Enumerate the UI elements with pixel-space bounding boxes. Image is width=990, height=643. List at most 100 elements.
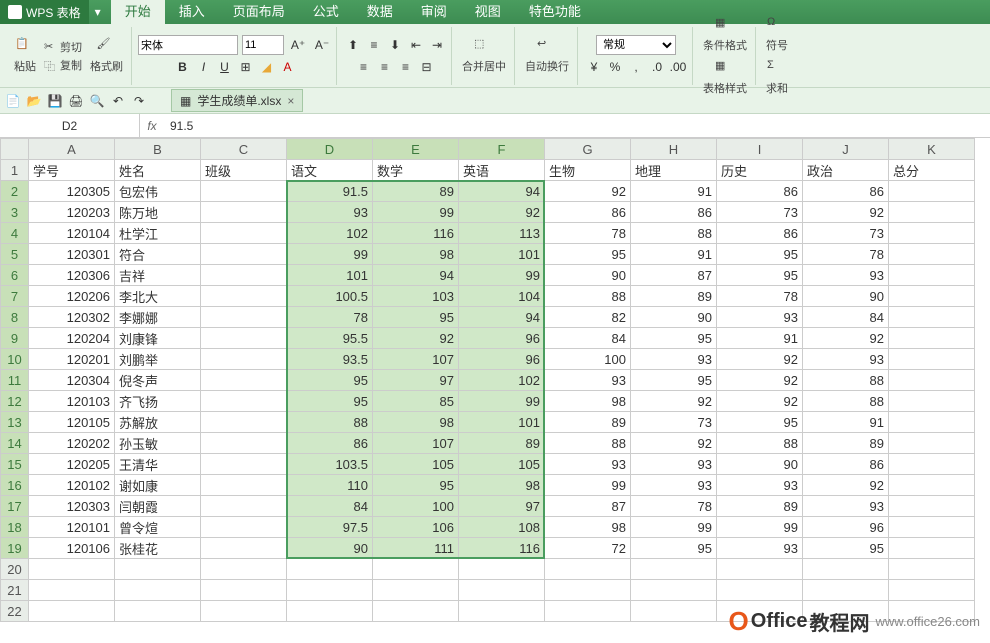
cell-B7[interactable]: 李北大 bbox=[115, 286, 201, 307]
cell-F14[interactable]: 89 bbox=[459, 433, 545, 454]
name-box[interactable]: D2 bbox=[0, 114, 140, 137]
cell-B15[interactable]: 王清华 bbox=[115, 454, 201, 475]
font-size-combo[interactable] bbox=[242, 35, 284, 55]
paste-button[interactable]: 📋 粘贴 bbox=[10, 35, 40, 76]
align-center-button[interactable]: ≡ bbox=[375, 57, 395, 77]
bold-button[interactable]: B bbox=[173, 57, 193, 77]
cell-D3[interactable]: 93 bbox=[287, 202, 373, 223]
decrease-font-button[interactable]: A⁻ bbox=[312, 35, 332, 55]
cell-E8[interactable]: 95 bbox=[373, 307, 459, 328]
cell-G6[interactable]: 90 bbox=[545, 265, 631, 286]
cell-I7[interactable]: 78 bbox=[717, 286, 803, 307]
cell-F5[interactable]: 101 bbox=[459, 244, 545, 265]
number-format-combo[interactable]: 常规 bbox=[596, 35, 676, 55]
cell-A20[interactable] bbox=[29, 559, 115, 580]
row-header-5[interactable]: 5 bbox=[1, 244, 29, 265]
cell-J4[interactable]: 73 bbox=[803, 223, 889, 244]
cell-E2[interactable]: 89 bbox=[373, 181, 459, 202]
cell-H13[interactable]: 73 bbox=[631, 412, 717, 433]
table-style-button[interactable]: ▦ 表格样式 bbox=[699, 57, 751, 98]
inc-decimal-button[interactable]: .0 bbox=[647, 57, 667, 77]
cell-G12[interactable]: 98 bbox=[545, 391, 631, 412]
cell-D2[interactable]: 91.5 bbox=[287, 181, 373, 202]
cell-E21[interactable] bbox=[373, 580, 459, 601]
cell-A11[interactable]: 120304 bbox=[29, 370, 115, 391]
cell-A22[interactable] bbox=[29, 601, 115, 622]
cell-D8[interactable]: 78 bbox=[287, 307, 373, 328]
cell-C20[interactable] bbox=[201, 559, 287, 580]
cell-E13[interactable]: 98 bbox=[373, 412, 459, 433]
cell-H9[interactable]: 95 bbox=[631, 328, 717, 349]
cell-A8[interactable]: 120302 bbox=[29, 307, 115, 328]
cell-J9[interactable]: 92 bbox=[803, 328, 889, 349]
cell-G20[interactable] bbox=[545, 559, 631, 580]
cell-E11[interactable]: 97 bbox=[373, 370, 459, 391]
cell-A9[interactable]: 120204 bbox=[29, 328, 115, 349]
cell-F17[interactable]: 97 bbox=[459, 496, 545, 517]
cell-J16[interactable]: 92 bbox=[803, 475, 889, 496]
cell-B14[interactable]: 孙玉敏 bbox=[115, 433, 201, 454]
cell-G17[interactable]: 87 bbox=[545, 496, 631, 517]
cell-D21[interactable] bbox=[287, 580, 373, 601]
cell-D1[interactable]: 语文 bbox=[287, 160, 373, 181]
cell-B2[interactable]: 包宏伟 bbox=[115, 181, 201, 202]
cell-D20[interactable] bbox=[287, 559, 373, 580]
increase-font-button[interactable]: A⁺ bbox=[288, 35, 308, 55]
cell-A14[interactable]: 120202 bbox=[29, 433, 115, 454]
cell-K9[interactable] bbox=[889, 328, 975, 349]
cell-C8[interactable] bbox=[201, 307, 287, 328]
cell-G11[interactable]: 93 bbox=[545, 370, 631, 391]
cell-K3[interactable] bbox=[889, 202, 975, 223]
undo-button[interactable]: ↶ bbox=[109, 92, 127, 110]
cell-I8[interactable]: 93 bbox=[717, 307, 803, 328]
col-header-K[interactable]: K bbox=[889, 139, 975, 160]
cell-I9[interactable]: 91 bbox=[717, 328, 803, 349]
col-header-H[interactable]: H bbox=[631, 139, 717, 160]
cell-H5[interactable]: 91 bbox=[631, 244, 717, 265]
cell-F2[interactable]: 94 bbox=[459, 181, 545, 202]
col-header-F[interactable]: F bbox=[459, 139, 545, 160]
cell-K2[interactable] bbox=[889, 181, 975, 202]
cell-E12[interactable]: 85 bbox=[373, 391, 459, 412]
cell-C1[interactable]: 班级 bbox=[201, 160, 287, 181]
cell-H2[interactable]: 91 bbox=[631, 181, 717, 202]
cell-A17[interactable]: 120303 bbox=[29, 496, 115, 517]
tab-formula[interactable]: 公式 bbox=[299, 0, 353, 24]
cell-F7[interactable]: 104 bbox=[459, 286, 545, 307]
cell-J13[interactable]: 91 bbox=[803, 412, 889, 433]
cell-B11[interactable]: 倪冬声 bbox=[115, 370, 201, 391]
cell-B20[interactable] bbox=[115, 559, 201, 580]
row-header-6[interactable]: 6 bbox=[1, 265, 29, 286]
cell-G7[interactable]: 88 bbox=[545, 286, 631, 307]
cell-I6[interactable]: 95 bbox=[717, 265, 803, 286]
cell-I11[interactable]: 92 bbox=[717, 370, 803, 391]
row-header-14[interactable]: 14 bbox=[1, 433, 29, 454]
wrap-text-button[interactable]: ↩ 自动换行 bbox=[521, 35, 573, 76]
cell-G13[interactable]: 89 bbox=[545, 412, 631, 433]
cell-C11[interactable] bbox=[201, 370, 287, 391]
cell-I20[interactable] bbox=[717, 559, 803, 580]
cell-K20[interactable] bbox=[889, 559, 975, 580]
align-bottom-button[interactable]: ⬇ bbox=[385, 35, 405, 55]
cell-J11[interactable]: 88 bbox=[803, 370, 889, 391]
open-button[interactable]: 📂 bbox=[25, 92, 43, 110]
cell-K4[interactable] bbox=[889, 223, 975, 244]
merge-center-button[interactable]: ⬚ 合并居中 bbox=[458, 35, 510, 76]
cell-K21[interactable] bbox=[889, 580, 975, 601]
cell-D17[interactable]: 84 bbox=[287, 496, 373, 517]
cell-E10[interactable]: 107 bbox=[373, 349, 459, 370]
cell-F22[interactable] bbox=[459, 601, 545, 622]
cell-G22[interactable] bbox=[545, 601, 631, 622]
file-tab[interactable]: ▦ 学生成绩单.xlsx × bbox=[171, 89, 303, 112]
cell-C14[interactable] bbox=[201, 433, 287, 454]
app-dropdown[interactable]: ▾ bbox=[89, 5, 107, 19]
cell-E6[interactable]: 94 bbox=[373, 265, 459, 286]
cell-I17[interactable]: 89 bbox=[717, 496, 803, 517]
cell-H8[interactable]: 90 bbox=[631, 307, 717, 328]
cell-H6[interactable]: 87 bbox=[631, 265, 717, 286]
row-header-1[interactable]: 1 bbox=[1, 160, 29, 181]
cell-I3[interactable]: 73 bbox=[717, 202, 803, 223]
cell-C3[interactable] bbox=[201, 202, 287, 223]
cell-C6[interactable] bbox=[201, 265, 287, 286]
redo-button[interactable]: ↷ bbox=[130, 92, 148, 110]
